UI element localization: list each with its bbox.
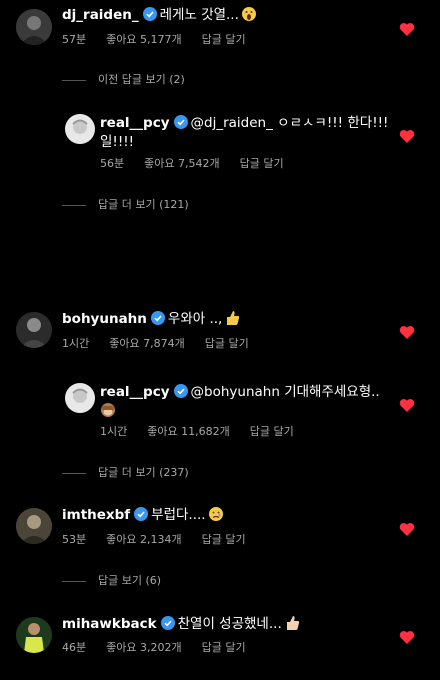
reply-button[interactable]: 답글 달기 [202,33,246,46]
likes-count[interactable]: 좋아요 7,874개 [109,337,184,350]
username[interactable]: mihawkback [62,616,157,632]
like-heart-icon[interactable] [399,522,415,537]
avatar[interactable] [16,617,52,653]
comment-meta: 57분 좋아요 5,177개 답글 달기 [62,33,266,47]
comment-meta: 1시간 좋아요 11,682개 답글 달기 [100,425,314,439]
reply-button[interactable]: 답글 달기 [240,157,284,170]
verified-badge-icon [173,384,188,398]
comment-text-continued: 일!!!! [100,134,135,150]
avatar[interactable] [16,9,52,45]
timestamp: 46분 [62,641,87,654]
timestamp: 53분 [62,533,87,546]
timestamp: 57분 [62,33,87,46]
crying-face-emoji [208,506,224,522]
like-heart-icon[interactable] [399,129,415,144]
avatar[interactable] [65,383,95,413]
comment-text: mihawkback 찬열이 성공했네... [62,615,300,634]
view-previous-replies[interactable]: 이전 답글 보기 (2) [62,73,185,87]
verified-badge-icon [134,507,149,521]
verified-badge-icon [150,311,165,325]
see-no-evil-monkey-emoji [100,402,116,418]
verified-badge-icon [142,7,157,21]
screaming-face-emoji [241,6,257,22]
username[interactable]: dj_raiden_ [62,7,139,23]
likes-count[interactable]: 좋아요 2,134개 [106,533,181,546]
reply-button[interactable]: 답글 달기 [250,425,294,438]
avatar[interactable] [16,312,52,348]
verified-badge-icon [173,115,188,129]
reply-button[interactable]: 답글 달기 [202,533,246,546]
comment-text: real__pcy @bohyunahn 기대해주세요형.. [100,384,380,400]
timestamp: 56분 [100,157,125,170]
verified-badge-icon [160,616,175,630]
view-replies[interactable]: 답글 보기 (6) [62,574,161,588]
like-heart-icon[interactable] [399,398,415,413]
comment-meta: 56분 좋아요 7,542개 답글 달기 [100,157,304,171]
reply-button[interactable]: 답글 달기 [205,337,249,350]
like-heart-icon[interactable] [399,325,415,340]
view-more-replies[interactable]: 답글 더 보기 (121) [62,198,189,212]
view-more-replies[interactable]: 답글 더 보기 (237) [62,466,189,480]
reply-button[interactable]: 답글 달기 [202,641,246,654]
comment-text: real__pcy @dj_raiden_ ㅇㄹㅅㅋ!!! 한다!!! [100,115,389,131]
likes-count[interactable]: 좋아요 11,682개 [147,425,229,438]
username[interactable]: real__pcy [100,115,170,131]
likes-count[interactable]: 좋아요 7,542개 [144,157,219,170]
comment-meta: 1시간 좋아요 7,874개 답글 달기 [62,337,269,351]
likes-count[interactable]: 좋아요 5,177개 [106,33,181,46]
like-heart-icon[interactable] [399,630,415,645]
comment-text: bohyunahn 우와아 .., [62,310,240,329]
likes-count[interactable]: 좋아요 3,202개 [106,641,181,654]
comment-meta: 46분 좋아요 3,202개 답글 달기 [62,641,266,655]
timestamp: 1시간 [100,425,128,438]
comment-text: dj_raiden_ 레게노 갓열... [62,6,257,25]
avatar[interactable] [65,114,95,144]
username[interactable]: real__pcy [100,384,170,400]
username[interactable]: imthexbf [62,507,130,523]
thumbs-up-emoji [224,310,240,326]
comment-meta: 53분 좋아요 2,134개 답글 달기 [62,533,266,547]
timestamp: 1시간 [62,337,90,350]
comment-text: imthexbf 부럽다.... [62,506,224,525]
thumbs-up-emoji [284,615,300,631]
avatar[interactable] [16,508,52,544]
like-heart-icon[interactable] [399,22,415,37]
username[interactable]: bohyunahn [62,311,147,327]
comment-text-continued [100,402,116,421]
